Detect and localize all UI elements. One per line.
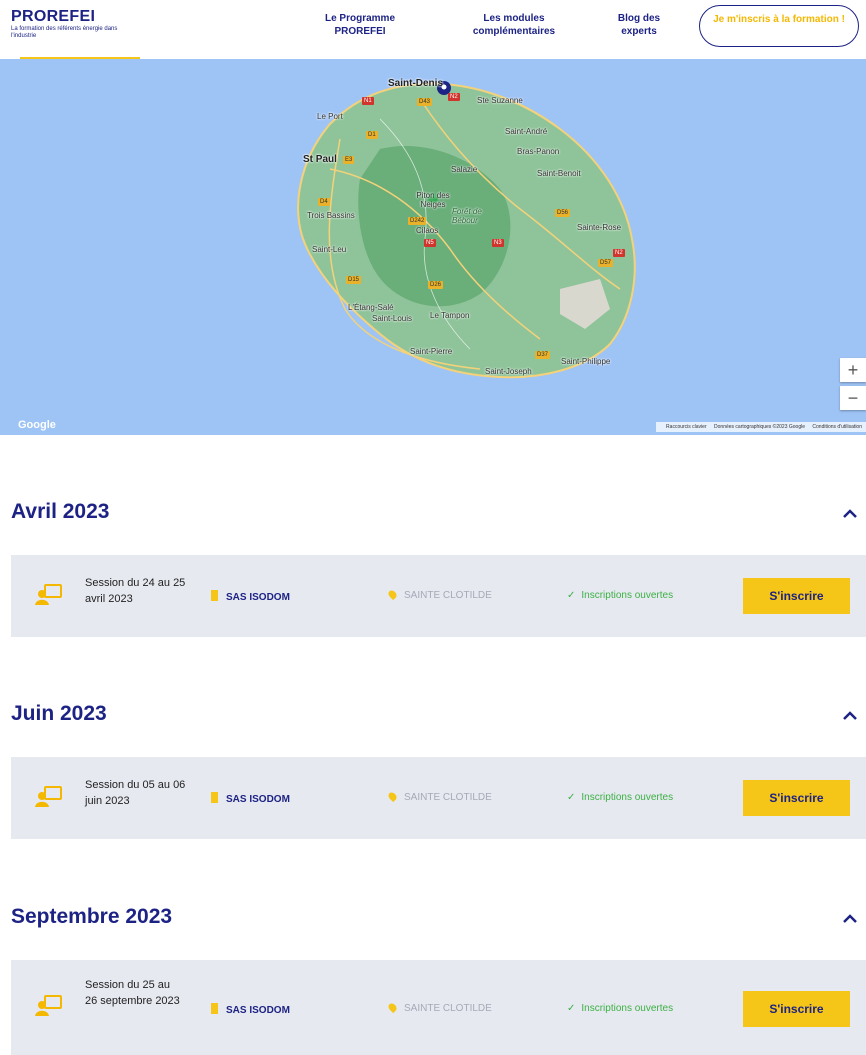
- presentation-icon: [35, 786, 62, 807]
- road-label: D242: [408, 217, 427, 225]
- road-label: D15: [346, 276, 362, 284]
- chevron-up-icon[interactable]: [842, 506, 858, 522]
- road-label: D57: [598, 259, 614, 267]
- map-label: Le Port: [317, 112, 343, 121]
- check-icon: ✓: [567, 792, 576, 803]
- register-button[interactable]: S'inscrire: [743, 780, 850, 816]
- presentation-icon: [35, 995, 62, 1016]
- road-label: D43: [417, 98, 433, 106]
- map-label: St Paul: [303, 154, 337, 165]
- location: SAINTE CLOTILDE: [386, 588, 492, 601]
- map-label: Ste Suzanne: [477, 96, 523, 105]
- map-data-text: Données cartographiques ©2023 Google: [714, 424, 805, 430]
- building-icon: [211, 590, 218, 601]
- road-label: N2: [448, 93, 460, 101]
- island-map-graphic: [297, 81, 636, 379]
- chevron-up-icon[interactable]: [842, 708, 858, 724]
- check-icon: ✓: [567, 590, 576, 601]
- register-button[interactable]: S'inscrire: [743, 578, 850, 614]
- map-label: Trois Bassins: [307, 211, 355, 220]
- presentation-icon: [35, 584, 62, 605]
- site-header: PROREFEI La formation des référents éner…: [0, 0, 866, 58]
- road-label: N3: [492, 239, 504, 247]
- map-label: Piton des Neiges: [416, 191, 450, 209]
- month-heading: Septembre 2023: [11, 905, 173, 928]
- logo-subtitle: La formation des référents énergie dans …: [11, 26, 118, 39]
- road-label: D37: [535, 351, 551, 359]
- organizer: SAS ISODOM: [211, 1003, 290, 1016]
- map[interactable]: Saint-Denis Ste Suzanne Le Port Saint-An…: [0, 59, 866, 435]
- month-heading: Juin 2023: [11, 702, 107, 725]
- map-label: Forêt de Bébour: [452, 207, 482, 225]
- location: SAINTE CLOTILDE: [386, 790, 492, 803]
- google-logo[interactable]: Google: [18, 419, 56, 431]
- organizer: SAS ISODOM: [211, 590, 290, 603]
- road-label: E3: [343, 156, 355, 164]
- map-label: Saint-Philippe: [561, 357, 611, 366]
- location: SAINTE CLOTILDE: [386, 1001, 492, 1014]
- map-label: Cilaos: [416, 226, 439, 235]
- map-label: Salazie: [451, 165, 478, 174]
- chevron-up-icon[interactable]: [842, 911, 858, 927]
- map-label: L'Étang-Salé: [348, 303, 394, 312]
- session-dates: Session du 24 au 25 avril 2023: [85, 577, 186, 605]
- zoom-in-button[interactable]: +: [840, 358, 866, 382]
- nav-programme[interactable]: Le Programme PROREFEI: [312, 12, 408, 38]
- road-label: D4: [318, 198, 330, 206]
- month-heading: Avril 2023: [11, 500, 110, 523]
- session-card: Session du 24 au 25 avril 2023 SAS ISODO…: [11, 555, 866, 637]
- status-badge: ✓ Inscriptions ouvertes: [567, 792, 674, 803]
- register-button[interactable]: S'inscrire: [743, 991, 850, 1027]
- map-label: Saint-Denis: [388, 78, 444, 89]
- location-pin-icon: [386, 790, 399, 803]
- road-label: N1: [362, 97, 374, 105]
- session-dates: Session du 25 au 26 septembre 2023: [85, 979, 180, 1007]
- status-badge: ✓ Inscriptions ouvertes: [567, 1003, 674, 1014]
- road-label: D1: [366, 131, 378, 139]
- location-pin-icon: [386, 1001, 399, 1014]
- logo[interactable]: PROREFEI La formation des référents éner…: [11, 8, 131, 40]
- keyboard-shortcuts-link[interactable]: Raccourcis clavier: [666, 424, 707, 430]
- map-label: Saint-Leu: [312, 245, 347, 254]
- location-pin-icon: [386, 588, 399, 601]
- road-label: D56: [555, 209, 571, 217]
- map-label: Saint-Louis: [372, 314, 413, 323]
- session-card: Session du 25 au 26 septembre 2023 SAS I…: [11, 960, 866, 1055]
- road-label: N2: [613, 249, 625, 257]
- building-icon: [211, 1003, 218, 1014]
- organizer: SAS ISODOM: [211, 792, 290, 805]
- nav-blog[interactable]: Blog des experts: [610, 12, 668, 38]
- signup-cta-button[interactable]: Je m'inscris à la formation !: [699, 5, 859, 47]
- map-label: Saint-Benoit: [537, 169, 581, 178]
- map-label: Saint-Pierre: [410, 347, 453, 356]
- logo-title: PROREFEI: [11, 8, 96, 25]
- terms-link[interactable]: Conditions d'utilisation: [812, 424, 862, 430]
- check-icon: ✓: [567, 1003, 576, 1014]
- map-attribution: Raccourcis clavier Données cartographiqu…: [656, 422, 866, 432]
- building-icon: [211, 792, 218, 803]
- map-label: Sainte-Rose: [577, 223, 622, 232]
- map-label: Saint-Joseph: [485, 367, 532, 376]
- status-badge: ✓ Inscriptions ouvertes: [567, 590, 674, 601]
- map-label: Le Tampon: [430, 311, 470, 320]
- road-label: N5: [424, 239, 436, 247]
- nav-modules[interactable]: Les modules complémentaires: [462, 12, 566, 38]
- session-dates: Session du 05 au 06 juin 2023: [85, 779, 186, 807]
- map-label: Saint-André: [505, 127, 548, 136]
- road-label: D26: [428, 281, 444, 289]
- zoom-out-button[interactable]: −: [840, 386, 866, 410]
- map-label: Bras-Panon: [517, 147, 560, 156]
- session-card: Session du 05 au 06 juin 2023 SAS ISODOM…: [11, 757, 866, 839]
